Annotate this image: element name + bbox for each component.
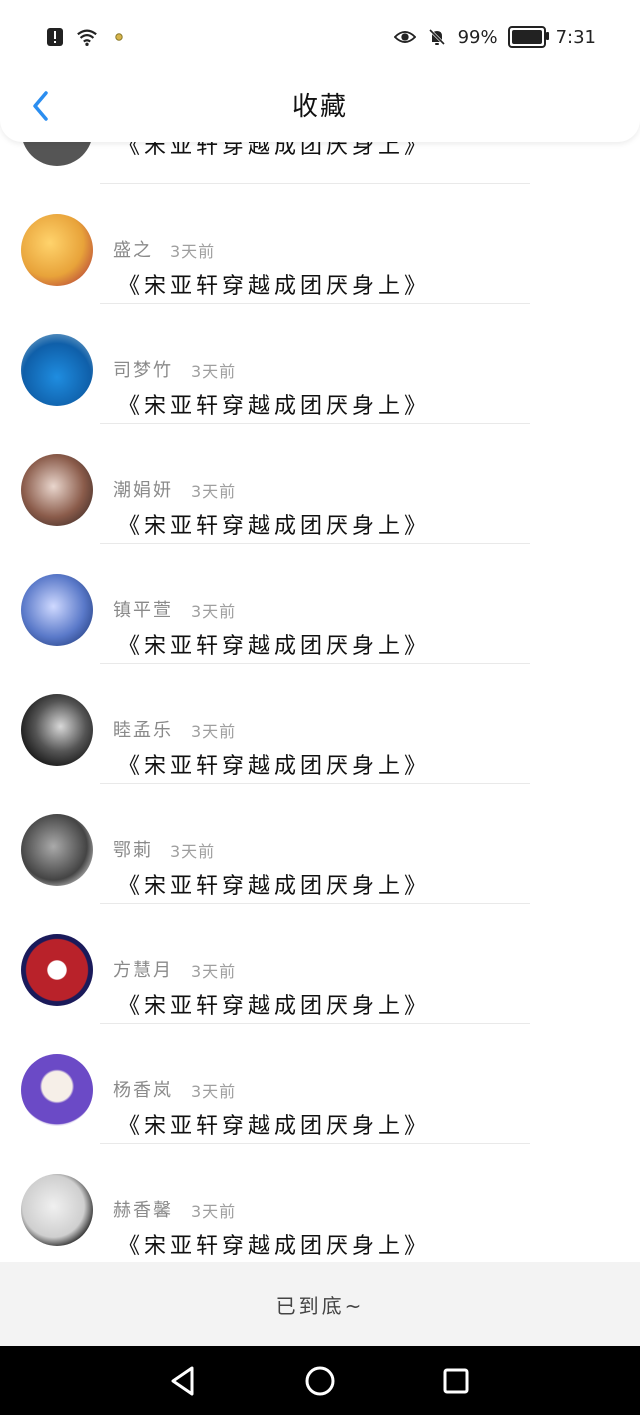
favorites-list: 《宋亚轩穿越成团厌身上》 盛之 3天前 《宋亚轩穿越成团厌身上》 司梦竹 3天前…	[0, 94, 640, 1264]
item-time: 3天前	[191, 362, 237, 381]
item-author: 盛之	[113, 240, 153, 261]
avatar	[21, 694, 93, 766]
avatar	[21, 1054, 93, 1126]
top-header: 99% 7:31 收藏	[0, 0, 640, 142]
avatar	[21, 1174, 93, 1246]
item-author: 鄂莿	[113, 840, 153, 861]
list-item[interactable]: 司梦竹 3天前 《宋亚轩穿越成团厌身上》	[0, 304, 640, 424]
item-content: 《宋亚轩穿越成团厌身上》	[118, 274, 431, 299]
end-of-list: 已到底~	[0, 1262, 640, 1346]
item-content: 《宋亚轩穿越成团厌身上》	[118, 1234, 431, 1259]
item-content: 《宋亚轩穿越成团厌身上》	[118, 754, 431, 779]
nav-home-button[interactable]	[300, 1364, 340, 1398]
status-bar: 99% 7:31	[0, 0, 640, 76]
back-triangle-icon	[171, 1366, 194, 1396]
item-content: 《宋亚轩穿越成团厌身上》	[118, 514, 431, 539]
status-right: 99% 7:31	[393, 26, 596, 48]
system-nav-bar	[0, 1346, 640, 1415]
battery-icon	[507, 26, 549, 48]
list-item[interactable]: 镇平萱 3天前 《宋亚轩穿越成团厌身上》	[0, 544, 640, 664]
list-item[interactable]: 鄂莿 3天前 《宋亚轩穿越成团厌身上》	[0, 784, 640, 904]
clock: 7:31	[555, 26, 596, 48]
list-item[interactable]: 杨香岚 3天前 《宋亚轩穿越成团厌身上》	[0, 1024, 640, 1144]
list-item[interactable]: 赫香馨 3天前 《宋亚轩穿越成团厌身上》	[0, 1144, 640, 1264]
item-author: 潮娟妍	[113, 480, 173, 501]
nav-back-button[interactable]	[162, 1364, 202, 1398]
item-time: 3天前	[191, 962, 237, 981]
item-time: 3天前	[191, 602, 237, 621]
item-time: 3天前	[191, 1202, 237, 1221]
item-author: 睦孟乐	[113, 720, 173, 741]
item-content: 《宋亚轩穿越成团厌身上》	[118, 994, 431, 1019]
item-time: 3天前	[191, 1082, 237, 1101]
wifi-icon	[76, 26, 98, 48]
eye-icon	[393, 26, 416, 48]
item-content: 《宋亚轩穿越成团厌身上》	[118, 394, 431, 419]
item-time: 3天前	[191, 722, 237, 741]
bell-off-icon	[426, 26, 448, 48]
warning-icon	[44, 26, 66, 48]
item-author: 杨香岚	[113, 1080, 173, 1101]
avatar	[21, 454, 93, 526]
home-circle-icon	[305, 1366, 335, 1396]
page-title: 收藏	[291, 92, 348, 122]
item-time: 3天前	[191, 482, 237, 501]
dot-icon	[108, 26, 130, 48]
item-content: 《宋亚轩穿越成团厌身上》	[118, 634, 431, 659]
avatar	[21, 334, 93, 406]
list-item[interactable]: 盛之 3天前 《宋亚轩穿越成团厌身上》	[0, 184, 640, 304]
item-content: 《宋亚轩穿越成团厌身上》	[118, 1114, 431, 1139]
list-item[interactable]: 睦孟乐 3天前 《宋亚轩穿越成团厌身上》	[0, 664, 640, 784]
item-content: 《宋亚轩穿越成团厌身上》	[118, 874, 431, 899]
item-time: 3天前	[170, 842, 216, 861]
title-bar: 收藏	[0, 76, 640, 142]
nav-recents-button[interactable]	[436, 1364, 476, 1398]
status-left	[44, 26, 130, 48]
avatar	[21, 934, 93, 1006]
avatar	[21, 214, 93, 286]
avatar	[21, 814, 93, 886]
item-author: 方慧月	[113, 960, 173, 981]
item-time: 3天前	[170, 242, 216, 261]
avatar	[21, 574, 93, 646]
list-item[interactable]: 潮娟妍 3天前 《宋亚轩穿越成团厌身上》	[0, 424, 640, 544]
recents-square-icon	[443, 1368, 469, 1394]
list-item[interactable]: 方慧月 3天前 《宋亚轩穿越成团厌身上》	[0, 904, 640, 1024]
battery-percent: 99%	[457, 26, 498, 48]
item-author: 司梦竹	[113, 360, 173, 381]
item-author: 赫香馨	[113, 1200, 173, 1221]
item-author: 镇平萱	[113, 600, 173, 621]
